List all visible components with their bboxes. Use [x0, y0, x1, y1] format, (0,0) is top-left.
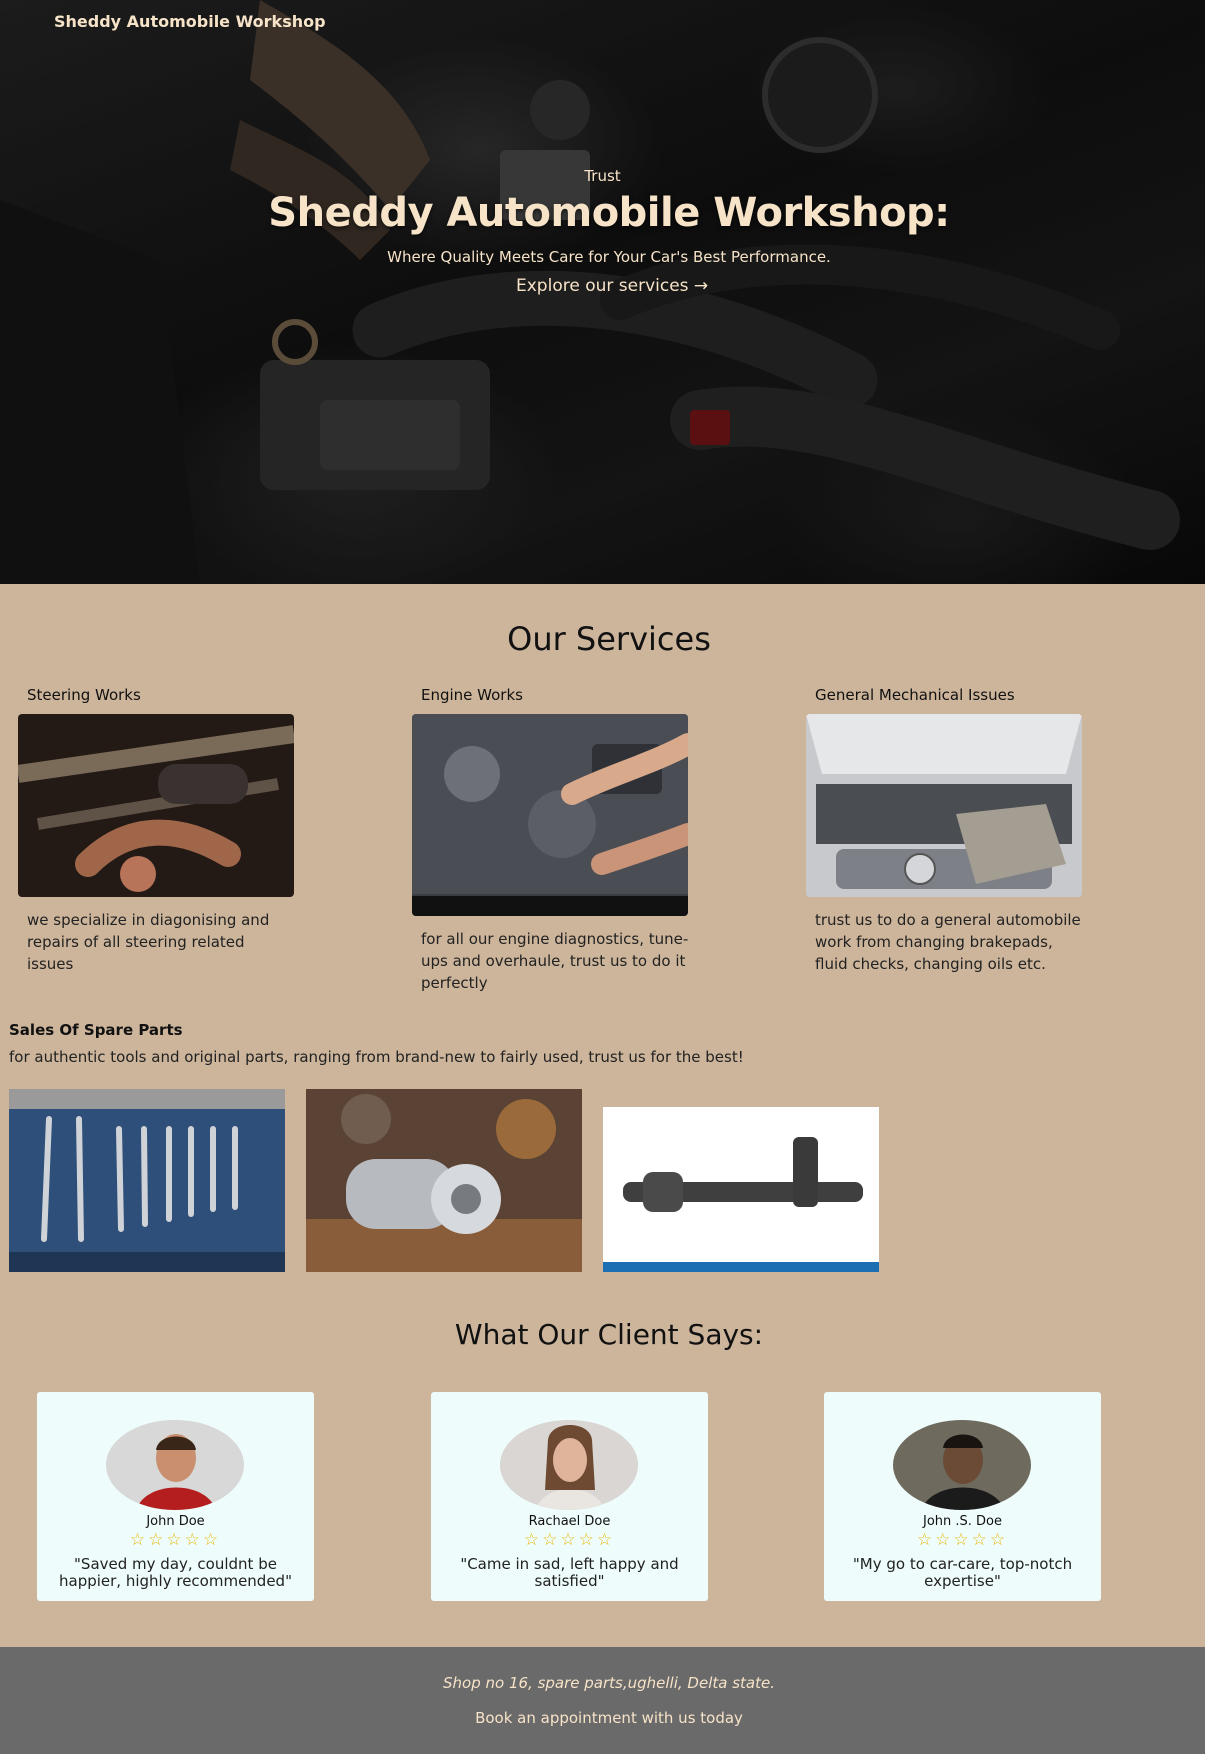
- testimonials-title: What Our Client Says:: [454, 1318, 764, 1351]
- engine-works-image: [412, 714, 688, 916]
- rating-stars: ☆☆☆☆☆: [523, 1530, 616, 1550]
- service-text-general: trust us to do a general automobile work…: [815, 911, 1081, 973]
- general-mechanical-image: [806, 714, 1082, 897]
- services-title: Our Services: [507, 620, 711, 658]
- hero-subtitle: Where Quality Meets Care for Your Car's …: [387, 248, 831, 266]
- service-title-general: General Mechanical Issues: [815, 686, 1015, 704]
- client-quote: "Saved my day, couldnt be happier, highl…: [59, 1555, 292, 1590]
- spare-parts-title: Sales Of Spare Parts: [9, 1021, 183, 1039]
- hero-eyebrow: Trust: [584, 167, 621, 185]
- avatar: [893, 1420, 1031, 1510]
- brand-logo-text[interactable]: Sheddy Automobile Workshop: [54, 12, 326, 31]
- avatar: [106, 1420, 244, 1510]
- hero-section: Sheddy Automobile Workshop Trust Sheddy …: [0, 0, 1205, 584]
- service-title-steering: Steering Works: [27, 686, 141, 704]
- starter-motor-image: [306, 1089, 582, 1272]
- steering-works-image: [18, 714, 294, 897]
- rating-stars: ☆☆☆☆☆: [916, 1530, 1009, 1550]
- client-name: John Doe: [146, 1514, 205, 1529]
- footer: Shop no 16, spare parts,ughelli, Delta s…: [0, 1647, 1205, 1754]
- client-name: John .S. Doe: [922, 1514, 1002, 1529]
- client-name: Rachael Doe: [528, 1514, 611, 1529]
- spare-parts-text: for authentic tools and original parts, …: [9, 1048, 744, 1066]
- testimonial-card: John Doe ☆☆☆☆☆ "Saved my day, couldnt be…: [37, 1392, 314, 1601]
- client-quote: "Came in sad, left happy and satisfied": [460, 1555, 679, 1590]
- hero-title: Sheddy Automobile Workshop:: [268, 190, 950, 236]
- steering-rack-image: [603, 1107, 879, 1272]
- testimonial-card: Rachael Doe ☆☆☆☆☆ "Came in sad, left hap…: [431, 1392, 708, 1601]
- testimonial-card: John .S. Doe ☆☆☆☆☆ "My go to car-care, t…: [824, 1392, 1101, 1601]
- book-appointment-link[interactable]: Book an appointment with us today: [0, 1709, 1205, 1727]
- footer-address: Shop no 16, spare parts,ughelli, Delta s…: [443, 1674, 775, 1692]
- service-title-engine: Engine Works: [421, 686, 523, 704]
- rating-stars: ☆☆☆☆☆: [129, 1530, 222, 1550]
- avatar: [500, 1420, 638, 1510]
- service-text-engine: for all our engine diagnostics, tune-ups…: [421, 930, 689, 992]
- service-text-steering: we specialize in diagonising and repairs…: [27, 911, 270, 973]
- explore-services-link[interactable]: Explore our services →: [516, 276, 708, 296]
- tools-wall-image: [9, 1089, 285, 1272]
- client-quote: "My go to car-care, top-notch expertise": [852, 1555, 1073, 1590]
